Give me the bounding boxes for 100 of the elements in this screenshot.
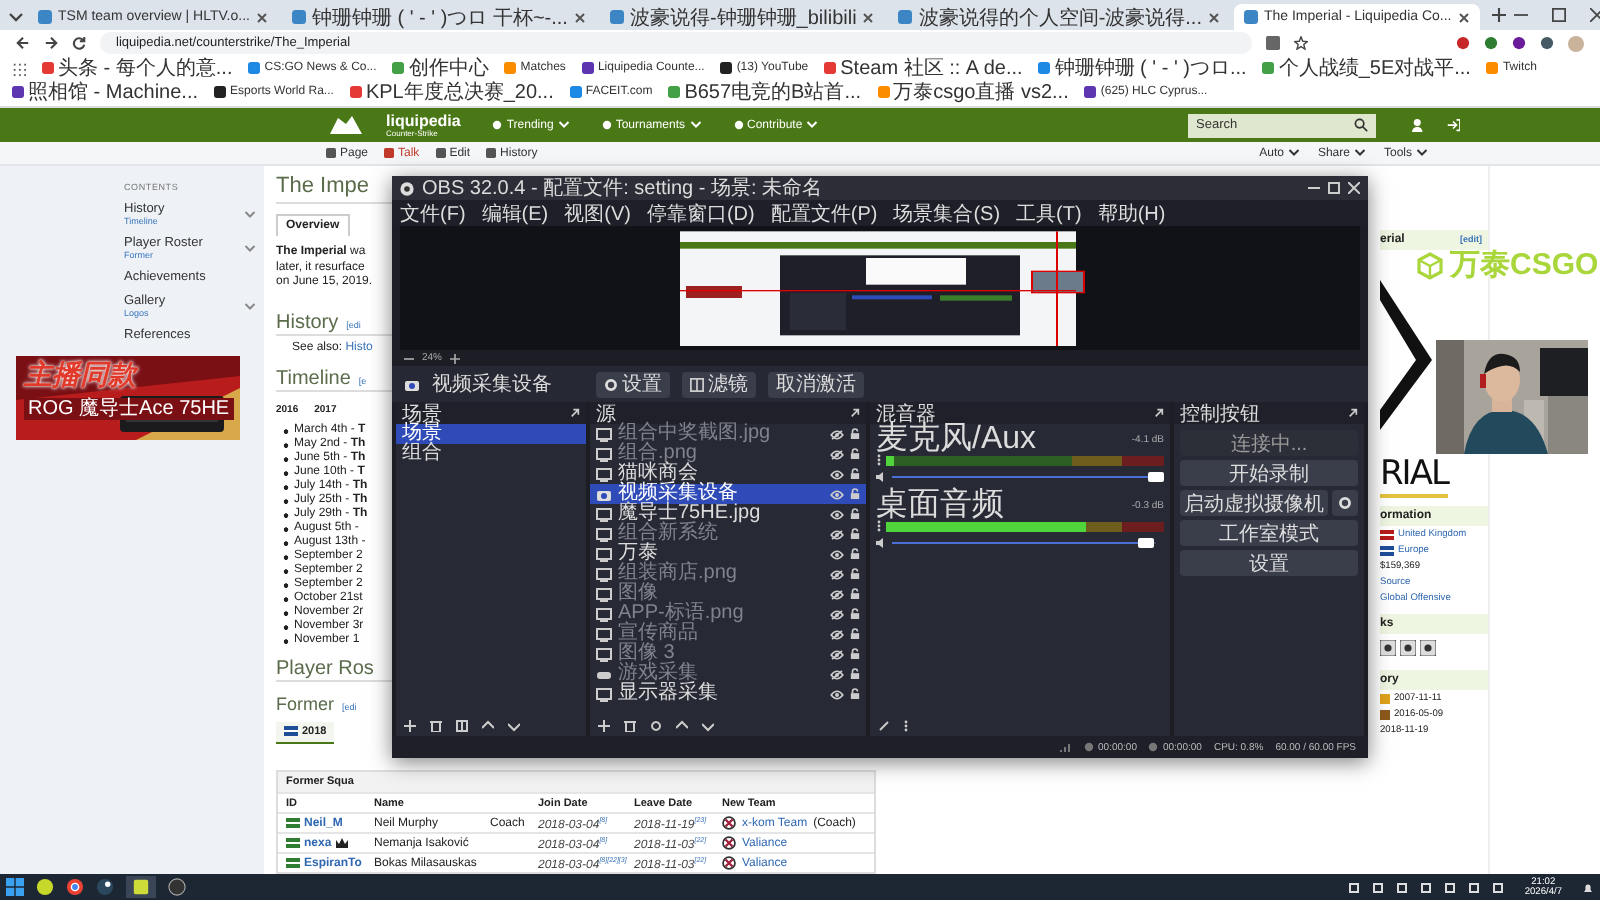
menu-item[interactable]: 视图(V) — [564, 199, 631, 227]
lock-icon[interactable] — [850, 628, 860, 640]
chevron-down-icon[interactable] — [1416, 148, 1428, 158]
source-item[interactable]: 组合中奖截图.jpg — [618, 424, 824, 444]
close-icon[interactable] — [862, 11, 875, 23]
browser-icon[interactable] — [66, 878, 84, 896]
bookmark-star-icon[interactable] — [1294, 36, 1308, 50]
scene-item[interactable]: 组合 — [396, 444, 586, 464]
source-item[interactable]: 显示器采集 — [618, 684, 824, 704]
menu-item[interactable]: 文件(F) — [400, 199, 466, 227]
move-down-icon[interactable] — [702, 719, 714, 731]
bookmark[interactable]: Steam 社区 :: A de... — [824, 56, 1023, 80]
minimize-icon[interactable] — [1308, 182, 1320, 194]
speaker-icon[interactable] — [1420, 881, 1433, 893]
app-icon[interactable] — [36, 878, 54, 896]
lock-icon[interactable] — [850, 668, 860, 680]
slider-thumb[interactable] — [1137, 537, 1154, 547]
close-icon[interactable] — [1207, 11, 1220, 23]
eye-icon[interactable] — [830, 509, 844, 519]
lock-icon[interactable] — [850, 588, 860, 600]
app-icon[interactable] — [132, 878, 150, 896]
bookmark[interactable]: 照相馆 - Machine... — [12, 80, 199, 104]
browser-tab[interactable]: 波豪说得的个人空间-波豪说得... — [888, 4, 1230, 30]
source-item[interactable]: 魔导士75HE.jpg — [618, 504, 824, 524]
speaker-icon[interactable] — [876, 537, 888, 547]
tray-expand-icon[interactable] — [1348, 881, 1361, 893]
link-icon[interactable] — [878, 719, 890, 731]
bookmark[interactable]: 钟珊钟珊 ( ' - ' )つロ... — [1038, 56, 1247, 80]
lock-icon[interactable] — [850, 468, 860, 480]
menu-item[interactable]: 工具(T) — [1016, 199, 1082, 227]
add-icon[interactable] — [404, 719, 416, 731]
battery-icon[interactable] — [1468, 881, 1481, 893]
more-icon[interactable] — [876, 520, 882, 532]
forward-icon[interactable] — [44, 36, 58, 50]
steam-icon[interactable] — [96, 878, 114, 896]
reload-icon[interactable] — [72, 36, 86, 50]
tab-list-icon[interactable] — [8, 7, 24, 23]
lock-icon[interactable] — [850, 568, 860, 580]
trash-icon[interactable] — [430, 719, 442, 731]
maximize-icon[interactable] — [1551, 8, 1566, 22]
source-item[interactable]: 万泰 — [618, 544, 824, 564]
source-item[interactable]: 游戏采集 — [618, 664, 824, 684]
settings-button[interactable] — [1332, 490, 1358, 516]
dock-icon[interactable] — [1348, 408, 1358, 418]
move-up-icon[interactable] — [482, 719, 494, 731]
lock-icon[interactable] — [850, 528, 860, 540]
control-button[interactable]: 连接中... — [1180, 430, 1358, 456]
logo-text[interactable]: liquipedia — [386, 113, 461, 129]
bookmark[interactable]: 万泰csgo直播 vs2... — [877, 80, 1069, 104]
source-item[interactable]: 猫咪商会 — [618, 464, 824, 484]
eye-off-icon[interactable] — [830, 609, 844, 619]
gear-icon[interactable] — [650, 719, 662, 731]
eye-off-icon[interactable] — [830, 629, 844, 639]
bookmark[interactable]: 创作中心 — [392, 56, 489, 80]
twitter-icon[interactable] — [1400, 640, 1416, 656]
login-icon[interactable] — [1446, 118, 1460, 132]
video-icon[interactable] — [1420, 640, 1436, 656]
bookmark[interactable]: B657电竞的B站首... — [668, 80, 862, 104]
close-icon[interactable] — [573, 11, 586, 23]
notification-icon[interactable] — [1582, 881, 1594, 893]
search-icon[interactable] — [1354, 118, 1368, 132]
eye-icon[interactable] — [830, 469, 844, 479]
bookmark[interactable]: 头条 - 每个人的意... — [42, 56, 233, 80]
zoom-in-icon[interactable] — [450, 353, 461, 363]
lock-icon[interactable] — [850, 508, 860, 520]
speaker-icon[interactable] — [876, 471, 888, 481]
steam-icon[interactable] — [1380, 640, 1396, 656]
control-button[interactable]: 开始录制 — [1180, 460, 1358, 486]
menu-item[interactable]: 停靠窗口(D) — [646, 199, 755, 227]
move-down-icon[interactable] — [508, 719, 520, 731]
slider-thumb[interactable] — [1148, 471, 1164, 481]
browser-tab[interactable]: 钟珊钟珊 ( ' - ' )つロ 干杯~-... — [281, 4, 596, 30]
bookmark[interactable]: KPL年度总决赛_20... — [349, 80, 554, 104]
toolbar-button[interactable]: 设置 — [596, 371, 670, 397]
eye-off-icon[interactable] — [830, 649, 844, 659]
eye-off-icon[interactable] — [830, 529, 844, 539]
lock-icon[interactable] — [850, 688, 860, 700]
source-item[interactable]: 组合.png — [618, 444, 824, 464]
eye-off-icon[interactable] — [830, 429, 844, 439]
control-button[interactable]: 启动虚拟摄像机 — [1180, 490, 1328, 516]
toolbar-button[interactable]: 取消激活 — [768, 371, 864, 397]
eye-off-icon[interactable] — [830, 669, 844, 679]
keyboard-icon[interactable] — [1492, 881, 1505, 893]
source-item[interactable]: 图像 3 — [618, 644, 824, 664]
close-icon[interactable] — [1457, 11, 1470, 23]
more-icon[interactable] — [876, 454, 882, 466]
user-add-icon[interactable] — [1412, 118, 1426, 132]
filter-icon[interactable] — [456, 719, 468, 731]
bookmark[interactable]: 个人战绩_5E对战平... — [1262, 56, 1471, 80]
chevron-down-icon[interactable] — [1287, 148, 1300, 158]
network-icon[interactable] — [1444, 881, 1457, 893]
control-button[interactable]: 工作室模式 — [1180, 520, 1358, 546]
trash-icon[interactable] — [624, 719, 636, 731]
menu-item[interactable]: 帮助(H) — [1097, 199, 1166, 227]
move-up-icon[interactable] — [676, 719, 688, 731]
dock-icon[interactable] — [1154, 408, 1164, 418]
start-icon[interactable] — [6, 878, 24, 896]
lock-icon[interactable] — [850, 608, 860, 620]
minimize-icon[interactable] — [1513, 8, 1528, 22]
menu-item[interactable]: 场景集合(S) — [893, 199, 1001, 227]
